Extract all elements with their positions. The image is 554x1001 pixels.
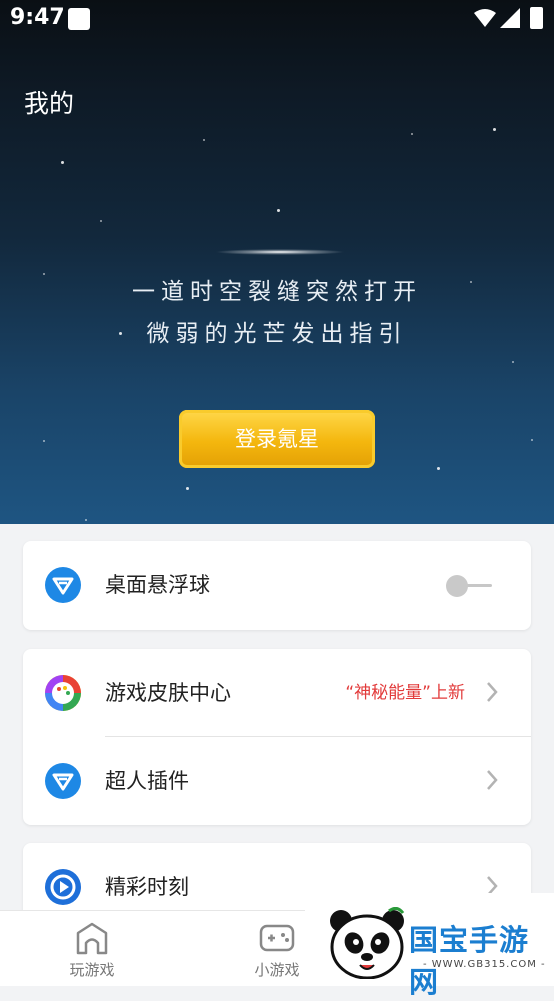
chevron-right-icon xyxy=(487,682,498,702)
star xyxy=(512,361,514,363)
star xyxy=(437,467,440,470)
float-ball-card: 桌面悬浮球 xyxy=(23,541,531,630)
plugin-label: 超人插件 xyxy=(105,769,189,793)
skin-center-label: 游戏皮肤中心 xyxy=(105,681,231,705)
star xyxy=(493,128,496,131)
notification-icon xyxy=(68,8,90,30)
hero-tagline-1: 一道时空裂缝突然打开 xyxy=(132,279,422,305)
toggle-knob xyxy=(446,575,468,597)
tab-play-games[interactable]: 玩游戏 xyxy=(32,911,152,986)
login-button[interactable]: 登录氪星 xyxy=(179,410,375,468)
tools-card: 游戏皮肤中心 “神秘能量”上新 超人插件 xyxy=(23,649,531,825)
skin-promo-text: “神秘能量”上新 xyxy=(345,683,465,703)
float-ball-label: 桌面悬浮球 xyxy=(105,573,210,597)
status-bar: 9:47 xyxy=(0,0,554,36)
brand-v-icon xyxy=(45,567,81,603)
watermark: 国宝手游网 - WWW.GB315.COM - xyxy=(305,893,554,999)
home-icon xyxy=(76,922,108,955)
gamepad-icon xyxy=(259,924,295,952)
watermark-url: - WWW.GB315.COM - xyxy=(423,959,546,970)
hero-tagline-2: 微弱的光芒发出指引 xyxy=(146,321,408,347)
star xyxy=(100,220,102,222)
star xyxy=(43,440,45,442)
star xyxy=(411,133,413,135)
light-glow xyxy=(215,249,345,255)
palette-icon xyxy=(45,675,81,711)
star xyxy=(186,487,189,490)
signal-icon xyxy=(500,8,520,28)
float-ball-toggle[interactable] xyxy=(446,575,494,597)
chevron-right-icon xyxy=(487,770,498,790)
panda-logo-icon xyxy=(330,907,405,979)
float-ball-row[interactable]: 桌面悬浮球 xyxy=(23,541,531,629)
star xyxy=(277,209,280,212)
battery-icon xyxy=(530,7,543,29)
page-title: 我的 xyxy=(24,89,75,118)
hero-banner: 9:47 我的 一道时空裂缝突然打开 微弱的光芒发出指引 登录氪星 xyxy=(0,0,554,524)
play-circle-icon xyxy=(45,869,81,905)
status-time: 9:47 xyxy=(10,5,65,30)
tab-label: 玩游戏 xyxy=(69,961,115,979)
star xyxy=(203,139,205,141)
brand-v-icon xyxy=(45,763,81,799)
star xyxy=(61,161,64,164)
skin-center-row[interactable]: 游戏皮肤中心 “神秘能量”上新 xyxy=(23,649,531,737)
star xyxy=(85,519,87,521)
wifi-icon xyxy=(474,9,496,27)
plugin-row[interactable]: 超人插件 xyxy=(23,737,531,825)
star xyxy=(531,439,533,441)
